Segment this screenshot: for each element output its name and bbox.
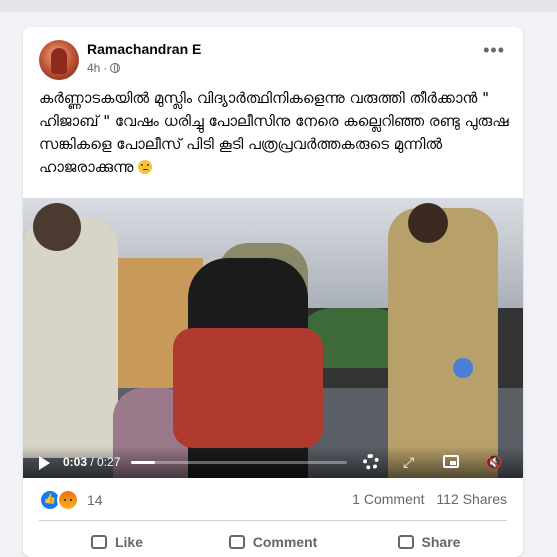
globe-icon [110,63,121,73]
volume-muted-icon[interactable]: 🔇 [485,454,502,471]
video-duration: / 0:27 [90,455,121,469]
share-count-link[interactable]: 112 Shares [436,491,507,507]
engagement-stats: 1 Comment 112 Shares [344,491,507,507]
like-label: Like [114,534,143,550]
post-meta: 4h · [87,61,121,75]
top-bar [0,0,557,12]
video-progress-bar[interactable] [131,461,347,464]
divider [39,520,507,521]
reaction-count: 14 [87,492,103,508]
thinking-face-emoji [138,160,153,174]
video-progress-fill [131,461,155,464]
comment-count-link[interactable]: 1 Comment [352,491,424,507]
share-icon [397,535,414,549]
reaction-summary[interactable]: 👍 14 [39,489,103,511]
video-controls: 0:03 / 0:27 ⤢ 🔇 [23,446,523,478]
share-button[interactable]: Share [351,527,507,557]
post-author[interactable]: Ramachandran E [87,41,201,57]
play-icon[interactable] [39,456,50,470]
share-label: Share [421,534,461,550]
comment-label: Comment [252,534,318,550]
video-player[interactable]: 0:03 / 0:27 ⤢ 🔇 [23,198,523,478]
picture-in-picture-icon[interactable] [443,455,459,468]
more-options-icon[interactable]: ••• [483,41,505,59]
comment-button[interactable]: Comment [195,527,351,557]
settings-gear-icon[interactable] [363,454,379,470]
video-current-time: 0:03 [63,455,88,469]
avatar[interactable] [39,40,79,80]
fullscreen-expand-icon[interactable]: ⤢ [403,454,414,471]
post-time[interactable]: 4h [87,61,100,75]
thumbs-up-icon [90,535,107,549]
post-actions: Like Comment Share [39,527,507,557]
video-time: 0:03 / 0:27 [63,455,120,469]
angry-reaction-icon [57,489,79,511]
post-card: Ramachandran E 4h · ••• കർണ്ണാടകയിൽ മുസ്… [23,27,523,557]
post-text-body: കർണ്ണാടകയിൽ മുസ്ലിം വിദ്യാർത്ഥിനികളെന്നു… [39,89,509,176]
like-button[interactable]: Like [39,527,195,557]
comment-icon [228,535,245,549]
post-text: കർണ്ണാടകയിൽ മുസ്ലിം വിദ്യാർത്ഥിനികളെന്നു… [39,87,509,179]
